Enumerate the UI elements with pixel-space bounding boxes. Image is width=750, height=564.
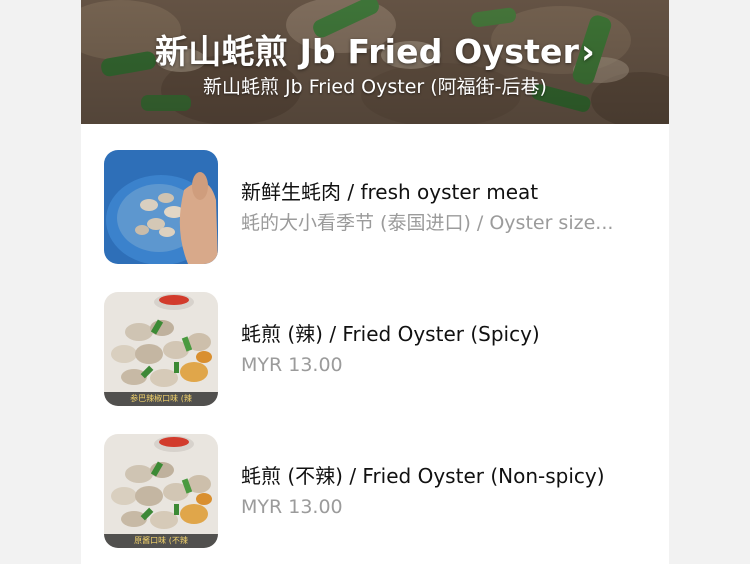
chevron-right-icon: › [581, 32, 595, 71]
menu-item[interactable]: 参巴辣椒口味 (辣 蚝煎 (辣) / Fried Oyster (Spicy) … [81, 290, 669, 408]
store-header[interactable]: 新山蚝煎 Jb Fried Oyster› 新山蚝煎 Jb Fried Oyst… [81, 0, 669, 124]
menu-item-name: 蚝煎 (不辣) / Fried Oyster (Non-spicy) [241, 464, 605, 488]
thumb-caption: 参巴辣椒口味 (辣 [104, 392, 218, 406]
store-page: 新山蚝煎 Jb Fried Oyster› 新山蚝煎 Jb Fried Oyst… [81, 0, 669, 564]
menu-item[interactable]: 新鲜生蚝肉 / fresh oyster meat 蚝的大小看季节 (泰国进口)… [81, 148, 669, 266]
store-subtitle: 新山蚝煎 Jb Fried Oyster (阿福街-后巷) [203, 76, 547, 98]
menu-item-price: MYR 13.00 [241, 496, 343, 518]
fried-oyster-photo-icon: 原酱口味 (不辣 [104, 434, 218, 548]
fried-oyster-photo-icon: 参巴辣椒口味 (辣 [104, 292, 218, 406]
menu-item-text: 蚝煎 (辣) / Fried Oyster (Spicy) MYR 13.00 [241, 320, 651, 379]
menu-item[interactable]: 原酱口味 (不辣 蚝煎 (不辣) / Fried Oyster (Non-spi… [81, 432, 669, 550]
menu-item-price: MYR 13.00 [241, 354, 343, 376]
menu-item-text: 新鲜生蚝肉 / fresh oyster meat 蚝的大小看季节 (泰国进口)… [241, 178, 651, 237]
store-title-text: 新山蚝煎 Jb Fried Oyster [155, 32, 580, 71]
menu-item-text: 蚝煎 (不辣) / Fried Oyster (Non-spicy) MYR 1… [241, 462, 651, 521]
thumb-caption: 原酱口味 (不辣 [104, 534, 218, 548]
oyster-meat-photo-icon [104, 150, 218, 264]
menu-item-name: 新鲜生蚝肉 / fresh oyster meat [241, 180, 539, 204]
store-title[interactable]: 新山蚝煎 Jb Fried Oyster› [81, 30, 669, 74]
menu-item-name: 蚝煎 (辣) / Fried Oyster (Spicy) [241, 322, 540, 346]
menu-item-description: 蚝的大小看季节 (泰国进口) / Oyster size... [241, 212, 614, 234]
